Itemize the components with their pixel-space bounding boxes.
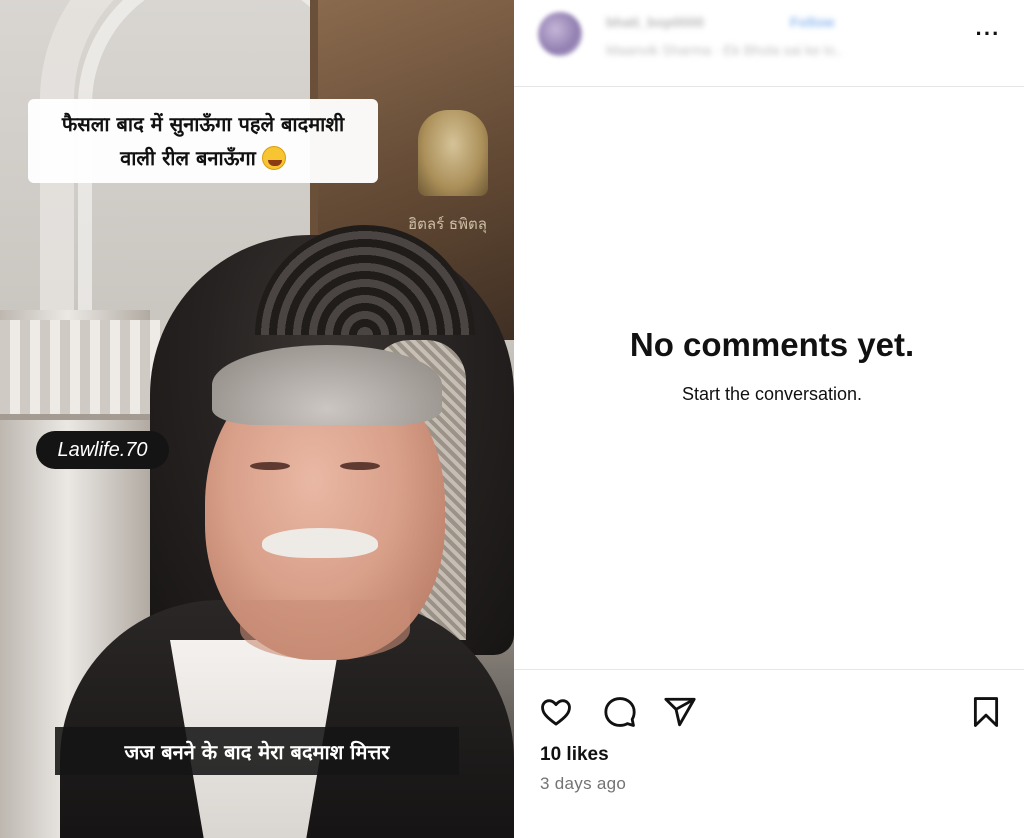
post-timestamp[interactable]: 3 days ago xyxy=(540,774,626,794)
heart-icon xyxy=(541,699,571,726)
state-emblem xyxy=(418,110,488,196)
post-header: bhati_bop0000 Follow Maanvik Sharma · Ek… xyxy=(514,0,1024,87)
caption-line-1: फैसला बाद में सुनाऊँगा पहले बादमाशी xyxy=(61,112,345,136)
watermark-badge: Lawlife.70 xyxy=(36,431,169,469)
pillar-capital xyxy=(0,320,170,420)
person-eye-right xyxy=(340,462,380,470)
no-comments-subtitle: Start the conversation. xyxy=(681,384,863,404)
person-chin xyxy=(240,600,410,660)
more-options-icon[interactable]: ··· xyxy=(970,16,1006,52)
reel-video[interactable]: ฮิตลร์ ธพิตลุ फैसला बाद में सुनाऊँगा पहल… xyxy=(0,0,514,838)
person-hair xyxy=(212,345,442,425)
avatar[interactable] xyxy=(538,12,582,56)
caption-line-2-row: वाली रील बनाऊँगा xyxy=(120,141,286,175)
post-side-panel: bhati_bop0000 Follow Maanvik Sharma · Ek… xyxy=(514,0,1024,838)
no-comments-title: No comments yet. xyxy=(629,326,915,363)
post-actions: 10 likes 3 days ago xyxy=(514,669,1024,838)
likes-count[interactable]: 10 likes xyxy=(540,744,609,766)
rolling-laughing-emoji-icon xyxy=(261,146,286,170)
audio-track-link[interactable]: Maanvik Sharma · Ek Bhola sai ke lo.. xyxy=(606,42,843,58)
bookmark-icon xyxy=(973,697,999,727)
comment-button[interactable] xyxy=(600,692,640,732)
comment-icon xyxy=(604,697,636,727)
person-mustache xyxy=(262,528,378,558)
video-caption: फैसला बाद में सुनाऊँगा पहले बादमाशी वाली… xyxy=(28,99,378,183)
follow-button[interactable]: Follow xyxy=(790,14,834,30)
share-icon xyxy=(664,697,696,727)
caption-line-2: वाली रील बनाऊँगा xyxy=(120,146,256,170)
share-button[interactable] xyxy=(660,692,700,732)
username-link[interactable]: bhati_bop0000 xyxy=(606,14,704,30)
save-button[interactable] xyxy=(966,692,1006,732)
person-eye-left xyxy=(250,462,290,470)
like-button[interactable] xyxy=(536,692,576,732)
panel-inscription: ฮิตลร์ ธพิตลุ xyxy=(408,215,487,233)
video-subtitle: जज बनने के बाद मेरा बदमाश मित्तर xyxy=(55,727,459,775)
